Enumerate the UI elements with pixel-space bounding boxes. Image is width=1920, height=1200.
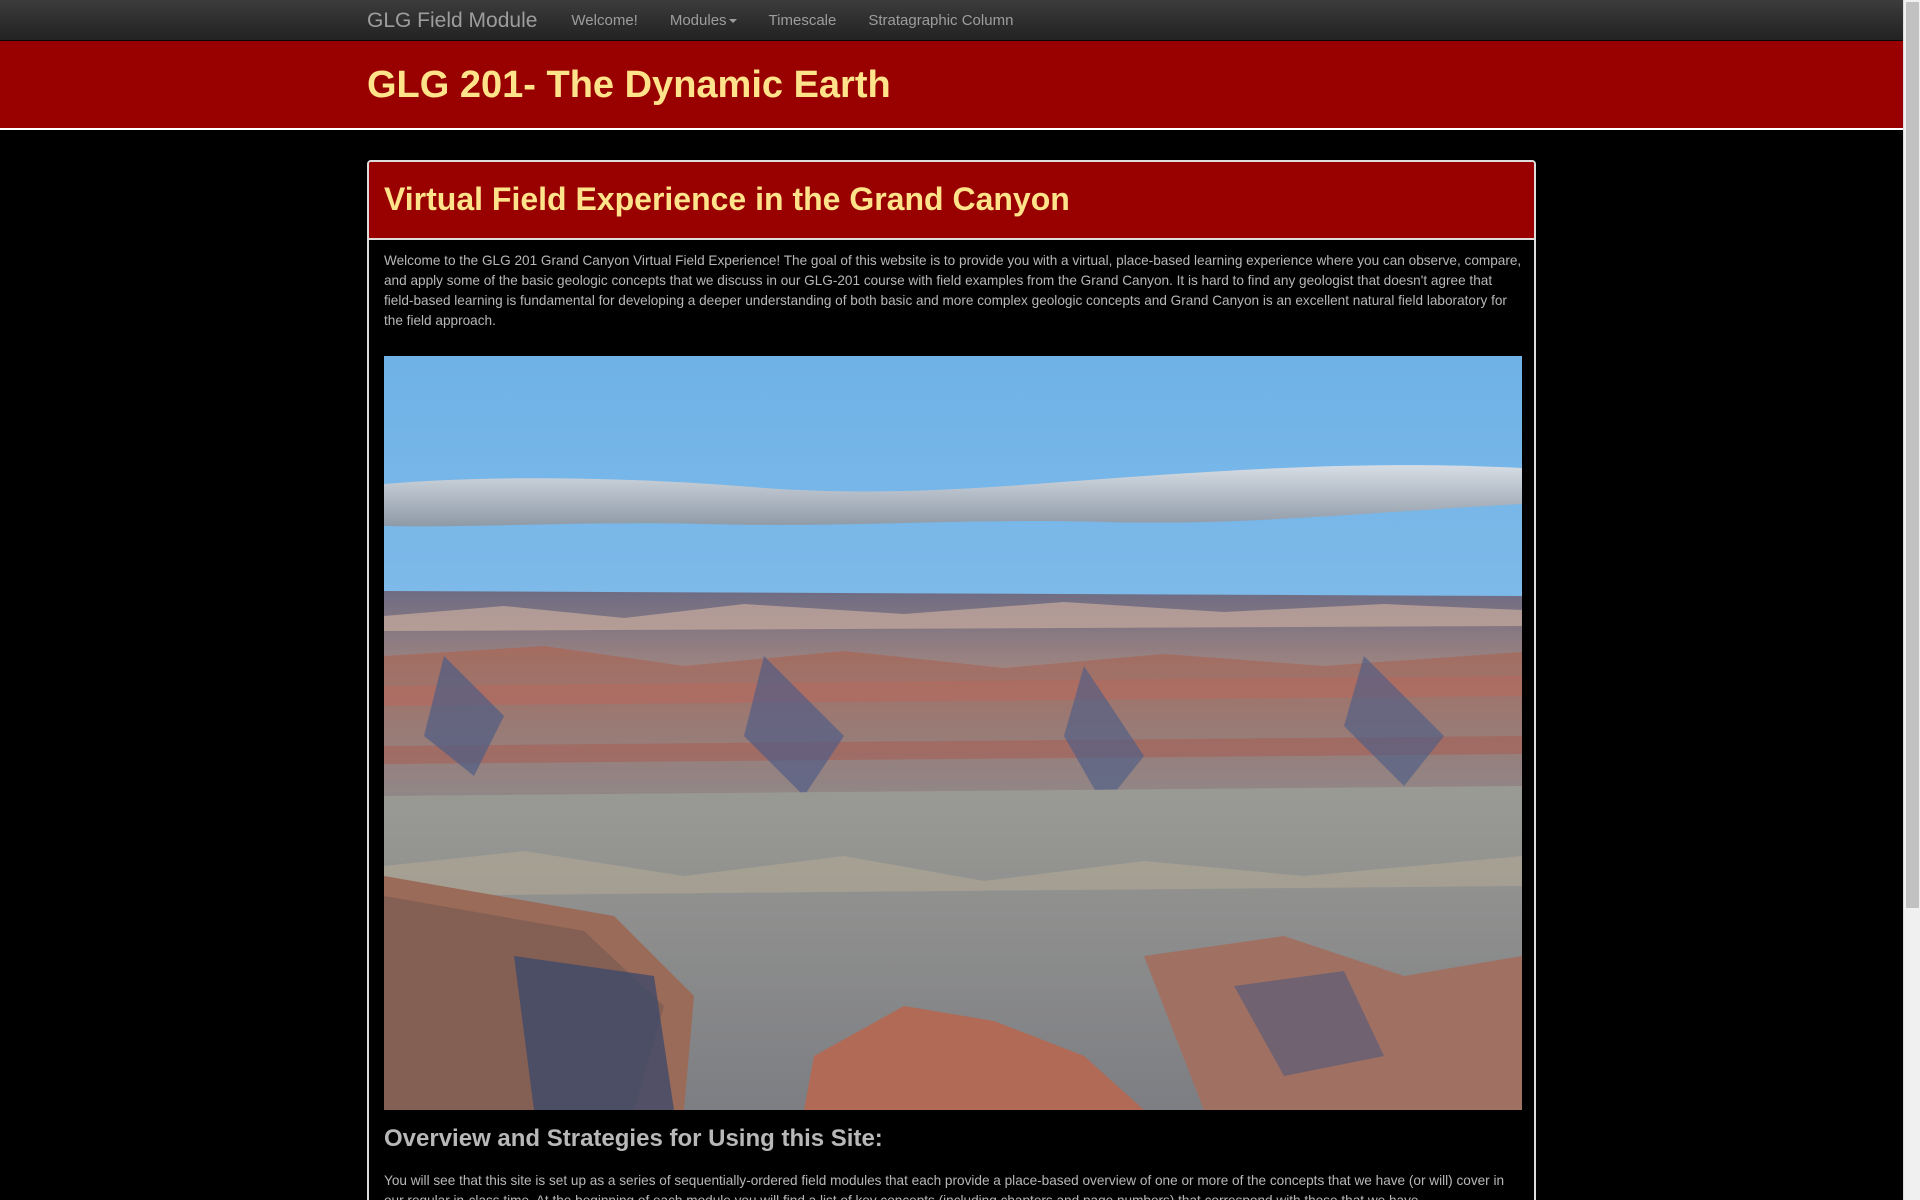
navbar-brand[interactable]: GLG Field Module (367, 9, 537, 33)
page-scrollbar[interactable] (1903, 0, 1920, 1200)
header-banner: GLG 201- The Dynamic Earth (0, 41, 1903, 130)
top-navbar: GLG Field Module Welcome! Modules Timesc… (0, 0, 1903, 41)
navbar-inner: GLG Field Module Welcome! Modules Timesc… (367, 0, 1045, 41)
panel-body: Welcome to the GLG 201 Grand Canyon Virt… (369, 240, 1534, 1200)
nav-dropdown-modules-label: Modules (669, 12, 727, 29)
grand-canyon-photo (384, 356, 1522, 1110)
scrollbar-thumb[interactable] (1906, 2, 1919, 908)
page-title: GLG 201- The Dynamic Earth (367, 64, 891, 106)
nav-dropdown-modules[interactable]: Modules (670, 12, 737, 29)
nav-link-stratagraphic-column[interactable]: Stratagraphic Column (868, 12, 1013, 29)
content-panel: Virtual Field Experience in the Grand Ca… (367, 160, 1536, 1200)
panel-heading: Virtual Field Experience in the Grand Ca… (369, 162, 1534, 240)
panel-title: Virtual Field Experience in the Grand Ca… (384, 181, 1070, 217)
overview-heading: Overview and Strategies for Using this S… (384, 1125, 883, 1152)
overview-paragraph: You will see that this site is set up as… (384, 1173, 1505, 1200)
caret-down-icon (728, 19, 737, 24)
intro-paragraph: Welcome to the GLG 201 Grand Canyon Virt… (384, 253, 1522, 328)
nav-link-timescale[interactable]: Timescale (769, 12, 837, 29)
nav-link-welcome[interactable]: Welcome! (571, 12, 637, 29)
